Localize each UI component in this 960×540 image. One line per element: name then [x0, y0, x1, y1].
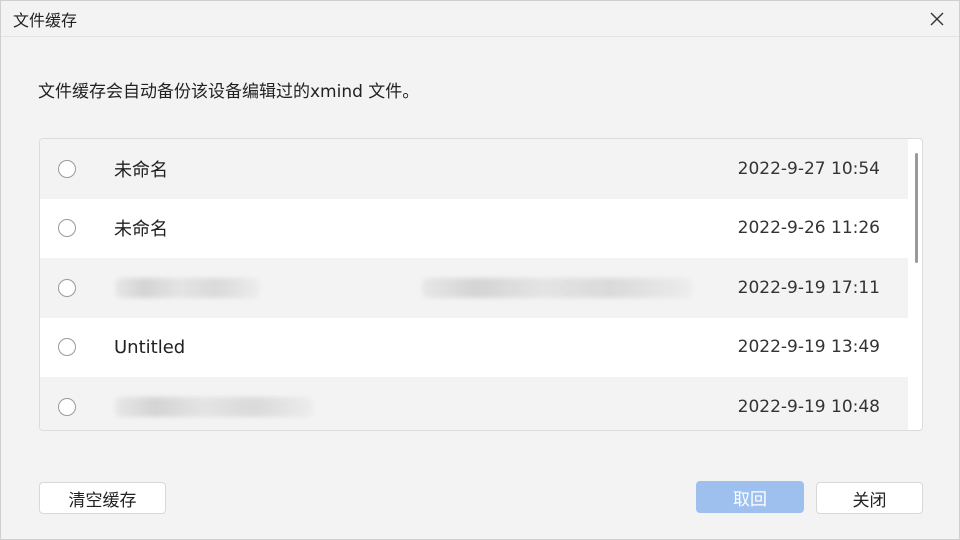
- dialog-title: 文件缓存: [13, 10, 78, 30]
- file-name: 未命名: [114, 159, 168, 181]
- redacted-name-blur: [422, 277, 692, 298]
- radio-button[interactable]: [58, 397, 76, 416]
- file-name: Untitled: [114, 336, 186, 358]
- list-item[interactable]: 2022-9-19 10:48: [40, 377, 908, 430]
- radio-button[interactable]: [58, 278, 76, 297]
- redacted-name-blur: [115, 396, 313, 417]
- file-cache-dialog: 文件缓存 文件缓存会自动备份该设备编辑过的xmind 文件。 未命名 2022-…: [0, 0, 960, 540]
- radio-button[interactable]: [58, 159, 76, 178]
- file-date: 2022-9-26 11:26: [737, 218, 880, 239]
- title-bar: 文件缓存: [1, 1, 959, 37]
- list-item[interactable]: 未命名 2022-9-26 11:26: [40, 199, 908, 259]
- file-date: 2022-9-19 10:48: [737, 396, 880, 417]
- dialog-description: 文件缓存会自动备份该设备编辑过的xmind 文件。: [38, 82, 420, 102]
- file-date: 2022-9-19 17:11: [737, 277, 880, 298]
- radio-button[interactable]: [58, 338, 76, 357]
- file-date: 2022-9-19 13:49: [737, 337, 880, 358]
- redacted-name-blur: [115, 277, 260, 298]
- list-item[interactable]: 2022-9-19 17:11: [40, 258, 908, 318]
- list-item[interactable]: 未命名 2022-9-27 10:54: [40, 139, 908, 199]
- clear-cache-button[interactable]: 清空缓存: [39, 482, 166, 514]
- scrollbar[interactable]: [915, 153, 918, 263]
- close-icon: [930, 12, 944, 25]
- close-window-button[interactable]: [915, 1, 959, 36]
- file-date: 2022-9-27 10:54: [737, 158, 880, 179]
- restore-button[interactable]: 取回: [696, 481, 804, 513]
- list-item[interactable]: Untitled 2022-9-19 13:49: [40, 318, 908, 378]
- close-button[interactable]: 关闭: [816, 482, 923, 514]
- radio-button[interactable]: [58, 219, 76, 238]
- file-name: 未命名: [114, 219, 168, 241]
- cache-file-list: 未命名 2022-9-27 10:54 未命名 2022-9-26 11:26 …: [39, 138, 923, 431]
